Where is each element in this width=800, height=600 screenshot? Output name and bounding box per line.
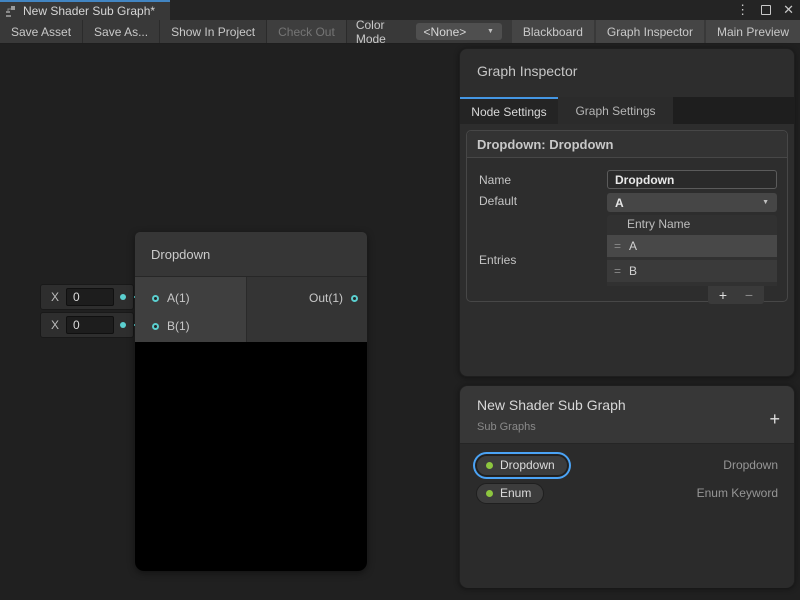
graph-inspector-title: Graph Inspector	[460, 49, 794, 97]
graph-inspector-panel: Graph Inspector Node Settings Graph Sett…	[459, 48, 795, 377]
blackboard-body: Dropdown Dropdown Enum Enum Keyword	[460, 444, 794, 588]
entry-row-b[interactable]: = B	[607, 260, 777, 282]
entries-label: Entries	[479, 250, 607, 270]
input-widget-b[interactable]: X 0	[40, 312, 134, 338]
output-port-row: Out(1)	[247, 284, 367, 312]
window-controls: ⋮ ✕	[736, 0, 794, 20]
node-body: A(1) B(1) Out(1)	[135, 277, 367, 342]
input-port-label: B(1)	[167, 319, 190, 333]
axis-label: X	[51, 318, 59, 332]
entries-field-row: Entries Entry Name = A = B	[479, 215, 787, 304]
entries-list-header: Entry Name	[607, 215, 777, 232]
property-type-label: Enum Keyword	[697, 486, 778, 500]
output-port[interactable]	[351, 295, 358, 302]
entry-name: A	[629, 239, 637, 253]
value-field-b[interactable]: 0	[66, 316, 114, 334]
blackboard-header: New Shader Sub Graph Sub Graphs +	[460, 386, 794, 444]
input-widget-a[interactable]: X 0	[40, 284, 134, 310]
default-dropdown[interactable]: A ▼	[607, 193, 777, 212]
document-tab[interactable]: New Shader Sub Graph*	[0, 0, 170, 20]
output-port-label: Out(1)	[309, 291, 343, 305]
blackboard-toggle-button[interactable]: Blackboard	[512, 20, 594, 43]
default-label: Default	[479, 191, 607, 212]
input-port-label: A(1)	[167, 291, 190, 305]
entries-list-controls: + −	[708, 286, 764, 304]
entries-footer: + −	[607, 286, 777, 304]
blackboard-row-enum: Enum Enum Keyword	[468, 479, 786, 507]
inspector-tab-strip: Node Settings Graph Settings	[460, 97, 794, 124]
remove-entry-button[interactable]: −	[736, 286, 762, 304]
color-mode-dropdown[interactable]: <None> ▼	[416, 23, 502, 40]
dropdown-property-pill[interactable]: Dropdown	[476, 455, 568, 476]
node-output-column: Out(1)	[247, 277, 367, 342]
pill-label: Dropdown	[500, 458, 555, 472]
name-label: Name	[479, 170, 607, 190]
widget-port-dot[interactable]	[120, 322, 126, 328]
window-menu-icon[interactable]: ⋮	[736, 0, 749, 20]
save-as-button[interactable]: Save As...	[83, 20, 160, 43]
chevron-down-icon: ▼	[487, 28, 494, 35]
color-mode-value: <None>	[424, 25, 467, 39]
maximize-icon[interactable]	[761, 5, 771, 15]
tab-graph-settings[interactable]: Graph Settings	[558, 97, 673, 124]
graph-inspector-toggle-button[interactable]: Graph Inspector	[596, 20, 704, 43]
input-port-a[interactable]	[152, 295, 159, 302]
node-input-column: A(1) B(1)	[135, 277, 247, 342]
input-port-b[interactable]	[152, 323, 159, 330]
entries-list: Entry Name = A = B	[607, 215, 777, 286]
color-mode-label: Color Mode	[347, 20, 416, 43]
unity-shader-graph-window: New Shader Sub Graph* ⋮ ✕ Save Asset Sav…	[0, 0, 800, 600]
chevron-down-icon: ▼	[762, 199, 769, 206]
value-field-a[interactable]: 0	[66, 288, 114, 306]
shader-graph-icon	[5, 5, 18, 18]
blackboard-title: New Shader Sub Graph	[477, 397, 778, 413]
axis-label: X	[51, 290, 59, 304]
add-property-button[interactable]: +	[769, 410, 780, 428]
entry-name: B	[629, 264, 637, 278]
property-dot-icon	[486, 490, 493, 497]
enum-property-pill[interactable]: Enum	[476, 483, 544, 504]
input-port-row-b: B(1)	[135, 312, 246, 340]
default-dropdown-value: A	[615, 196, 624, 210]
node-title: Dropdown	[151, 247, 210, 262]
default-field-row: Default A ▼	[479, 191, 787, 212]
node-settings-section: Dropdown: Dropdown Name Dropdown Default…	[466, 130, 788, 302]
show-in-project-button[interactable]: Show In Project	[160, 20, 267, 43]
tab-node-settings[interactable]: Node Settings	[460, 97, 558, 124]
blackboard-row-dropdown: Dropdown Dropdown	[468, 451, 786, 479]
drag-handle-icon[interactable]: =	[614, 264, 620, 278]
property-dot-icon	[486, 462, 493, 469]
close-icon[interactable]: ✕	[783, 0, 794, 20]
dropdown-node[interactable]: Dropdown A(1) B(1) Out(1)	[135, 232, 367, 571]
name-field-row: Name Dropdown	[479, 170, 787, 190]
property-type-label: Dropdown	[723, 458, 778, 472]
section-title: Dropdown: Dropdown	[477, 137, 613, 152]
blackboard-panel: New Shader Sub Graph Sub Graphs + Dropdo…	[459, 385, 795, 588]
name-input[interactable]: Dropdown	[607, 170, 777, 189]
input-port-row-a: A(1)	[135, 284, 246, 312]
check-out-button[interactable]: Check Out	[267, 20, 347, 43]
section-header: Dropdown: Dropdown	[467, 131, 787, 158]
blackboard-subtitle: Sub Graphs	[477, 421, 778, 433]
entry-row-a[interactable]: = A	[607, 235, 777, 257]
add-entry-button[interactable]: +	[710, 286, 736, 304]
main-preview-toggle-button[interactable]: Main Preview	[706, 20, 800, 43]
node-preview	[135, 342, 367, 571]
graph-toolbar: Save Asset Save As... Show In Project Ch…	[0, 20, 800, 44]
save-asset-button[interactable]: Save Asset	[0, 20, 83, 43]
node-settings-fields: Name Dropdown Default A ▼ Entries	[467, 158, 787, 304]
drag-handle-icon[interactable]: =	[614, 239, 620, 253]
widget-port-dot[interactable]	[120, 294, 126, 300]
node-header[interactable]: Dropdown	[135, 232, 367, 277]
document-tab-title: New Shader Sub Graph*	[23, 4, 155, 18]
pill-label: Enum	[500, 486, 531, 500]
